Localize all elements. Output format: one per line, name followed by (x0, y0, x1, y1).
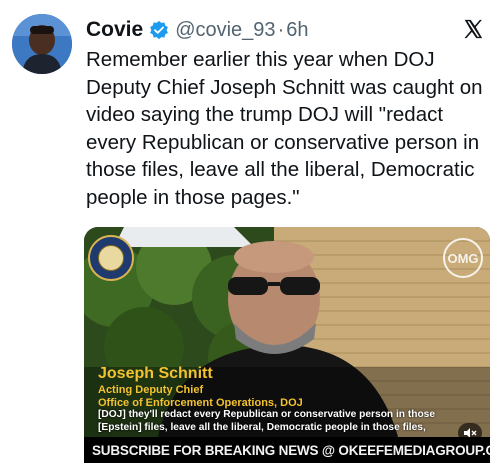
author-name[interactable]: Covie (86, 18, 143, 42)
separator-dot: · (277, 18, 285, 41)
tweet-timestamp[interactable]: 6h (286, 19, 308, 42)
author-handle[interactable]: @covie_93 (175, 19, 275, 42)
avatar[interactable] (12, 14, 72, 74)
svg-text:OMG: OMG (447, 251, 478, 266)
video-media[interactable]: OMG Joseph Schnitt Acting Deputy Chief O… (84, 227, 490, 463)
tweet-header: Covie @covie_93 · 6h (86, 16, 308, 44)
banner-text: SUBSCRIBE FOR BREAKING NEWS @ OKEEFEMEDI… (92, 442, 490, 458)
omg-logo-icon: OMG (443, 238, 483, 278)
subscribe-banner: OMG SUBSCRIBE FOR BREAKING NEWS @ OKEEFE… (84, 437, 490, 463)
video-subtitle: [DOJ] they'll redact every Republican or… (98, 409, 436, 433)
tweet[interactable]: Covie @covie_93 · 6h Remember earlier th… (0, 0, 498, 463)
verified-badge-icon (150, 20, 169, 40)
x-logo-icon (464, 19, 483, 39)
doj-seal (88, 235, 134, 281)
caption-office: Office of Enforcement Operations, DOJ (98, 397, 303, 409)
tweet-text: Remember earlier this year when DOJ Depu… (86, 48, 483, 209)
caption-name: Joseph Schnitt (98, 365, 213, 382)
caption-title: Acting Deputy Chief (98, 384, 204, 396)
